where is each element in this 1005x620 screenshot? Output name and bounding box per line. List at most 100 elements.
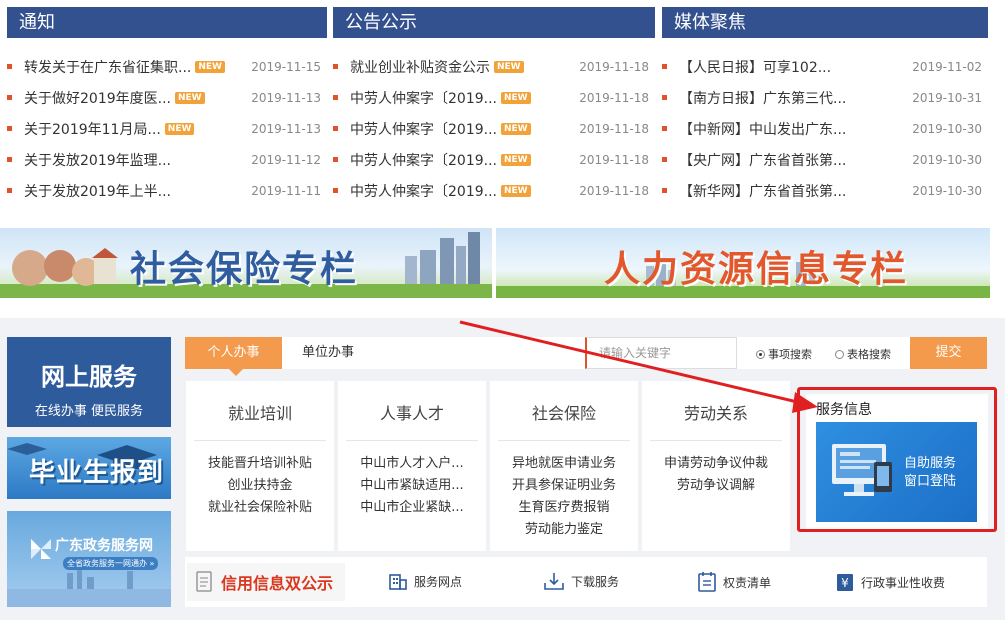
bullet-icon: [7, 64, 12, 69]
gd-gov-service-title: 广东政务服务网: [55, 538, 153, 554]
list-item[interactable]: 关于2019年11月局... NEW 2019-11-13: [7, 113, 327, 144]
list-item[interactable]: 转发关于在广东省征集职... NEW 2019-11-15: [7, 51, 327, 82]
highlight-box: [797, 387, 997, 532]
list-item[interactable]: 【人民日报】可享102... 2019-11-02: [662, 51, 988, 82]
hr-info-banner[interactable]: 人力资源信息专栏: [496, 228, 990, 298]
bullet-icon: [662, 64, 667, 69]
social-insurance-title: 社会保险专栏: [130, 249, 359, 290]
news-title[interactable]: 转发关于在广东省征集职...: [24, 57, 191, 77]
news-column-notice: 通知 转发关于在广东省征集职... NEW 2019-11-15 关于做好2019年…: [7, 7, 327, 206]
list-item[interactable]: 关于发放2019年监理... 2019-11-12: [7, 144, 327, 175]
news-title[interactable]: 【南方日报】广东第三代...: [679, 88, 846, 108]
category-title[interactable]: 就业培训: [194, 381, 326, 441]
category-link[interactable]: 中山市企业紧缺...: [338, 497, 486, 519]
graduate-report-banner[interactable]: 毕业生报到: [7, 437, 171, 499]
online-service-title: 网上服务: [41, 363, 137, 391]
bullet-icon: [7, 188, 12, 193]
online-service-box[interactable]: 网上服务 在线办事 便民服务: [7, 337, 171, 427]
news-title[interactable]: 关于发放2019年监理...: [24, 150, 171, 170]
news-title[interactable]: 【人民日报】可享102...: [679, 57, 831, 77]
quick-links-bar: 信用信息双公示 服务网点 下载服务 权责清单 ¥ 行政事业性收费: [185, 557, 987, 607]
category-link[interactable]: 开具参保证明业务: [490, 475, 638, 497]
list-item[interactable]: 中劳人仲案字〔2019... NEW 2019-11-18: [333, 144, 655, 175]
category-link[interactable]: 中山市紧缺适用...: [338, 475, 486, 497]
category-link[interactable]: 异地就医申请业务: [490, 453, 638, 475]
category-link[interactable]: 生育医疗费报销: [490, 497, 638, 519]
category-title[interactable]: 劳动关系: [650, 381, 782, 441]
admin-fees-link[interactable]: ¥ 行政事业性收费: [835, 571, 945, 593]
tab-personal[interactable]: 个人办事: [185, 337, 282, 376]
news-title[interactable]: 中劳人仲案字〔2019...: [350, 150, 497, 170]
news-column-announce: 公告公示 就业创业补贴资金公示 NEW 2019-11-18 中劳人仲案字〔2019…: [333, 7, 655, 206]
new-badge: NEW: [500, 153, 531, 166]
download-service-label: 下载服务: [571, 574, 620, 589]
list-item[interactable]: 中劳人仲案字〔2019... NEW 2019-11-18: [333, 82, 655, 113]
category-link[interactable]: 劳动能力鉴定: [490, 519, 638, 541]
list-item[interactable]: 就业创业补贴资金公示 NEW 2019-11-18: [333, 51, 655, 82]
radio-checked-icon: [756, 349, 765, 359]
social-insurance-banner[interactable]: 社会保险专栏: [0, 228, 492, 298]
category-link[interactable]: 申请劳动争议仲裁: [642, 453, 790, 475]
category-card-employment: 就业培训 技能晋升培训补贴 创业扶持金 就业社会保险补贴: [186, 381, 334, 551]
list-item[interactable]: 中劳人仲案字〔2019... NEW 2019-11-18: [333, 113, 655, 144]
radio-unchecked-icon: [835, 349, 844, 359]
category-link[interactable]: 中山市人才入户...: [338, 453, 486, 475]
power-list-label: 权责清单: [723, 575, 772, 590]
category-card-labor-relations: 劳动关系 申请劳动争议仲裁 劳动争议调解: [642, 381, 790, 551]
news-title[interactable]: 就业创业补贴资金公示: [350, 57, 490, 77]
gd-gov-service-banner[interactable]: 广东政务服务网 全省政务服务一网通办 »: [7, 511, 171, 607]
category-link[interactable]: 就业社会保险补贴: [186, 497, 334, 519]
list-item[interactable]: 【新华网】广东省首张第... 2019-10-30: [662, 175, 988, 206]
search-input[interactable]: 请输入关键字: [585, 337, 737, 369]
power-list-link[interactable]: 权责清单: [697, 571, 771, 593]
category-title[interactable]: 社会保险: [498, 381, 630, 441]
category-link[interactable]: 劳动争议调解: [642, 475, 790, 497]
list-item[interactable]: 中劳人仲案字〔2019... NEW 2019-11-18: [333, 175, 655, 206]
news-header[interactable]: 通知: [7, 7, 327, 38]
news-title[interactable]: 中劳人仲案字〔2019...: [350, 88, 497, 108]
news-title[interactable]: 关于2019年11月局...: [24, 119, 161, 139]
news-title[interactable]: 关于做好2019年度医...: [24, 88, 171, 108]
list-item[interactable]: 【中新网】中山发出广东... 2019-10-30: [662, 113, 988, 144]
radio-label: 事项搜索: [768, 348, 812, 361]
tab-unit[interactable]: 单位办事: [302, 337, 354, 369]
new-badge: NEW: [500, 184, 531, 197]
news-date: 2019-11-13: [251, 90, 321, 105]
news-title[interactable]: 关于发放2019年上半...: [24, 181, 171, 201]
list-item[interactable]: 【央广网】广东省首张第... 2019-10-30: [662, 144, 988, 175]
new-badge: NEW: [164, 122, 195, 135]
service-outlets-label: 服务网点: [414, 574, 463, 589]
download-service-link[interactable]: 下载服务: [543, 571, 619, 591]
yuan-fee-icon: ¥: [837, 574, 853, 591]
list-item[interactable]: 【南方日报】广东第三代... 2019-10-31: [662, 82, 988, 113]
radio-form-search[interactable]: 表格搜索: [835, 346, 891, 362]
service-outlets-link[interactable]: 服务网点: [388, 571, 462, 591]
new-badge: NEW: [195, 60, 225, 73]
news-header[interactable]: 公告公示: [333, 7, 655, 38]
bullet-icon: [662, 188, 667, 193]
category-title[interactable]: 人事人才: [346, 381, 478, 441]
category-link[interactable]: 技能晋升培训补贴: [186, 453, 334, 475]
list-item[interactable]: 关于做好2019年度医... NEW 2019-11-13: [7, 82, 327, 113]
submit-button[interactable]: 提交: [910, 337, 987, 369]
news-title[interactable]: 中劳人仲案字〔2019...: [350, 119, 497, 139]
list-item[interactable]: 关于发放2019年上半... 2019-11-11: [7, 175, 327, 206]
news-date: 2019-11-18: [579, 152, 649, 167]
category-card-personnel: 人事人才 中山市人才入户... 中山市紧缺适用... 中山市企业紧缺...: [338, 381, 486, 551]
bullet-icon: [662, 95, 667, 100]
bullet-icon: [662, 126, 667, 131]
category-card-social-insurance: 社会保险 异地就医申请业务 开具参保证明业务 生育医疗费报销 劳动能力鉴定: [490, 381, 638, 551]
credit-disclosure-link[interactable]: 信用信息双公示: [187, 563, 345, 601]
news-column-media: 媒体聚焦 【人民日报】可享102... 2019-11-02 【南方日报】广东第三…: [662, 7, 988, 206]
news-header[interactable]: 媒体聚焦: [662, 7, 988, 38]
new-badge: NEW: [500, 91, 531, 104]
news-title[interactable]: 【央广网】广东省首张第...: [679, 150, 846, 170]
news-title[interactable]: 中劳人仲案字〔2019...: [350, 181, 497, 201]
category-link[interactable]: 创业扶持金: [186, 475, 334, 497]
radio-item-search[interactable]: 事项搜索: [756, 346, 812, 362]
news-date: 2019-10-30: [912, 183, 982, 198]
news-title[interactable]: 【中新网】中山发出广东...: [679, 119, 846, 139]
bullet-icon: [333, 157, 338, 162]
news-title[interactable]: 【新华网】广东省首张第...: [679, 181, 846, 201]
bullet-icon: [7, 126, 12, 131]
